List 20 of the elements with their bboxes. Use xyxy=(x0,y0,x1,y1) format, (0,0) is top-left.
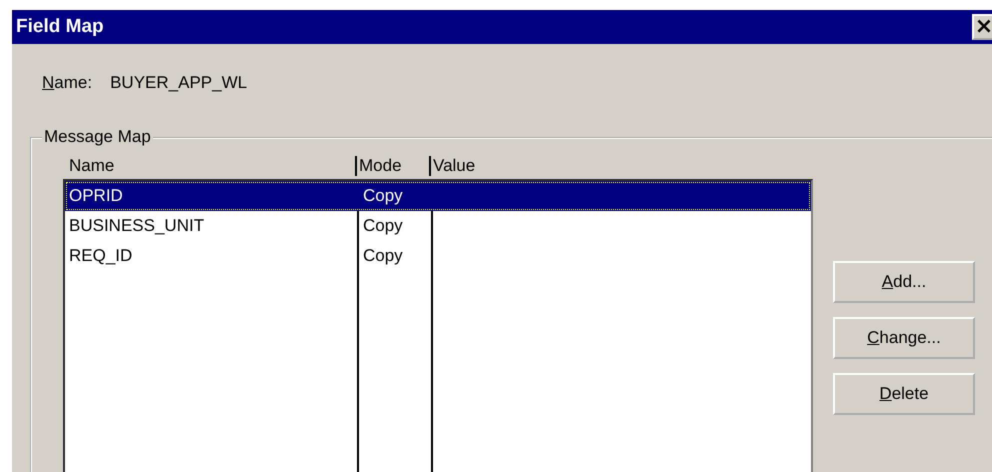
dialog-button[interactable]: Delete xyxy=(833,373,975,415)
close-button[interactable]: × xyxy=(972,14,992,40)
column-header[interactable]: Mode xyxy=(355,156,429,176)
group-title: Message Map xyxy=(42,127,153,147)
list-row[interactable]: OPRID Copy xyxy=(65,181,811,211)
column-header[interactable]: Name xyxy=(63,156,355,176)
dialog-button[interactable]: Add... xyxy=(833,261,975,303)
table-cell-text: REQ_ID xyxy=(68,246,134,266)
column-header[interactable]: Value xyxy=(429,156,813,176)
list-row[interactable]: BUSINESS_UNIT Copy xyxy=(65,211,811,241)
dialog-button[interactable]: Change... xyxy=(833,317,975,359)
name-value: BUYER_APP_WL xyxy=(110,73,248,94)
name-label: Name: xyxy=(42,73,92,94)
list-row[interactable]: REQ_ID Copy xyxy=(65,241,811,271)
table-cell-text: OPRID xyxy=(68,186,124,206)
table-cell-text: Copy xyxy=(362,216,404,236)
table-cell-text: BUSINESS_UNIT xyxy=(68,216,206,236)
window-title: Field Map xyxy=(16,16,104,38)
table-cell-text: Copy xyxy=(362,246,404,266)
table-cell-text: Copy xyxy=(362,186,404,206)
